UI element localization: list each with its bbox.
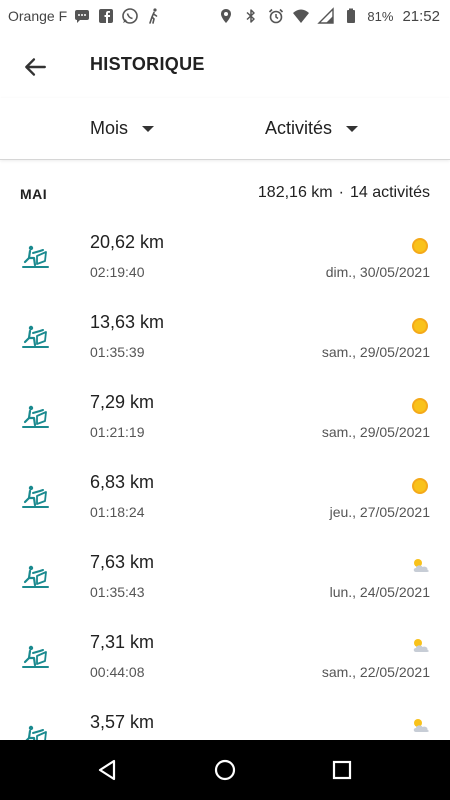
- activity-item[interactable]: 13,63 km 01:35:39 sam., 29/05/2021: [0, 302, 450, 382]
- month-summary: 182,16 km · 14 activités: [258, 184, 430, 202]
- nav-home-button[interactable]: [210, 755, 240, 785]
- activity-item[interactable]: 7,31 km 00:44:08 sam., 22/05/2021: [0, 622, 450, 702]
- activity-distance: 7,63 km: [90, 552, 155, 572]
- activity-duration: 01:35:43: [90, 584, 145, 600]
- month-section-header: MAI 182,16 km · 14 activités: [0, 182, 450, 208]
- filter-bar: Mois Activités: [0, 98, 450, 160]
- hiking-activity-icon: [20, 242, 50, 272]
- location-icon: [217, 7, 235, 25]
- partly-cloudy-icon: [410, 556, 430, 576]
- app-bar: HISTORIQUE: [0, 32, 450, 98]
- message-icon: [73, 7, 91, 25]
- partly-cloudy-icon: [410, 716, 430, 736]
- partly-cloudy-icon: [410, 636, 430, 656]
- activity-date: jeu., 27/05/2021: [329, 504, 430, 520]
- hiking-activity-icon: [20, 482, 50, 512]
- activity-distance: 20,62 km: [90, 232, 165, 252]
- period-dropdown[interactable]: Mois: [90, 118, 155, 139]
- triangle-back-icon: [99, 759, 116, 781]
- caret-down-icon: [142, 125, 155, 132]
- period-dropdown-label: Mois: [90, 118, 129, 138]
- activity-item[interactable]: 20,62 km 02:19:40 dim., 30/05/2021: [0, 222, 450, 302]
- battery-percentage: 81%: [367, 8, 394, 24]
- signal-icon: [317, 7, 335, 25]
- system-nav-bar: [0, 740, 450, 800]
- battery-icon: [342, 7, 360, 25]
- activity-date: sam., 29/05/2021: [321, 344, 430, 360]
- whatsapp-icon: [121, 7, 139, 25]
- page-title: HISTORIQUE: [90, 54, 205, 74]
- wifi-icon: [292, 7, 310, 25]
- activity-distance: 3,57 km: [90, 712, 155, 732]
- activity-distance: 6,83 km: [90, 472, 155, 492]
- clock: 21:52: [402, 7, 440, 25]
- activity-item[interactable]: 7,29 km 01:21:19 sam., 29/05/2021: [0, 382, 450, 462]
- activity-date: lun., 24/05/2021: [329, 584, 430, 600]
- activity-type-dropdown-label: Activités: [265, 118, 333, 138]
- sun-icon: [410, 316, 430, 336]
- activity-distance: 7,31 km: [90, 632, 155, 652]
- sun-icon: [410, 396, 430, 416]
- activity-distance: 13,63 km: [90, 312, 165, 332]
- carrier-label: Orange F: [8, 8, 68, 24]
- circle-home-icon: [214, 759, 236, 781]
- activity-duration: 01:35:39: [90, 344, 145, 360]
- activity-date: dim., 30/05/2021: [325, 264, 430, 280]
- activity-distance: 7,29 km: [90, 392, 155, 412]
- nav-recents-button[interactable]: [327, 755, 357, 785]
- activity-duration: 01:21:19: [90, 424, 145, 440]
- bluetooth-icon: [242, 7, 260, 25]
- activity-duration: 02:19:40: [90, 264, 145, 280]
- total-distance: 182,16 km: [257, 184, 333, 201]
- activity-duration: 00:44:08: [90, 664, 145, 680]
- activity-date: sam., 29/05/2021: [321, 424, 430, 440]
- walking-icon: [145, 7, 163, 25]
- arrow-left-icon: [25, 58, 46, 76]
- sun-icon: [410, 236, 430, 256]
- hiking-activity-icon: [20, 402, 50, 432]
- back-button[interactable]: [20, 52, 50, 82]
- activity-type-dropdown[interactable]: Activités: [265, 118, 359, 139]
- activity-list: 20,62 km 02:19:40 dim., 30/05/2021 13,63…: [0, 222, 450, 782]
- facebook-icon: [97, 7, 115, 25]
- status-bar: Orange F 81% 21:52: [0, 0, 450, 32]
- caret-down-icon: [346, 125, 359, 132]
- summary-separator: ·: [338, 184, 344, 201]
- sun-icon: [410, 476, 430, 496]
- activity-item[interactable]: 7,63 km 01:35:43 lun., 24/05/2021: [0, 542, 450, 622]
- nav-back-button[interactable]: [93, 755, 123, 785]
- activity-duration: 01:18:24: [90, 504, 145, 520]
- square-recents-icon: [332, 760, 351, 780]
- hiking-activity-icon: [20, 562, 50, 592]
- alarm-icon: [267, 7, 285, 25]
- hiking-activity-icon: [20, 322, 50, 352]
- activity-count: 14 activités: [349, 184, 430, 201]
- activity-date: sam., 22/05/2021: [321, 664, 430, 680]
- month-label: MAI: [20, 186, 48, 202]
- activity-item[interactable]: 6,83 km 01:18:24 jeu., 27/05/2021: [0, 462, 450, 542]
- hiking-activity-icon: [20, 642, 50, 672]
